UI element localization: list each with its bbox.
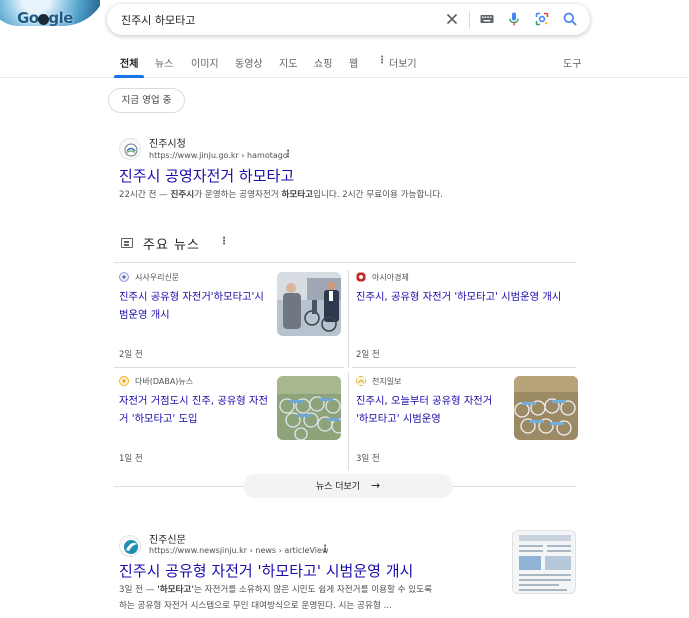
news-time: 2일 전 [356, 350, 380, 360]
result-title-link[interactable]: 진주시 공영자전거 하모타고 [119, 165, 294, 186]
newsjinju-favicon [119, 535, 141, 557]
divider [114, 486, 243, 487]
search-icon[interactable] [562, 11, 578, 27]
source-favicon-icon [356, 376, 366, 386]
news-time: 2일 전 [119, 350, 143, 360]
site-url[interactable]: https://www.newsjinju.kr › news › articl… [149, 546, 328, 555]
news-title[interactable]: 진주시 공유형 자전거'하모타고'시범운영 개시 [119, 288, 269, 324]
lens-icon[interactable] [534, 11, 550, 27]
divider [453, 486, 576, 487]
news-title[interactable]: 진주시, 공유형 자전거 '하모타고' 시범운영 개시 [356, 288, 571, 306]
tab-web[interactable]: 웹 [349, 55, 358, 70]
result-snippet: 3일 전 — '하모타고'는 자전거를 소유하지 않은 시민도 쉽게 자전거를 … [119, 582, 504, 614]
news-card[interactable]: 다바(DABA)뉴스 자전거 거점도시 진주, 공유형 자전거 '하모타고' 도… [119, 376, 341, 472]
news-source: 다바(DABA)뉴스 [135, 377, 194, 386]
open-now-chip[interactable]: 지금 영업 중 [108, 88, 185, 113]
more-news-label: 뉴스 더보기 [315, 482, 361, 492]
tab-maps[interactable]: 지도 [279, 55, 297, 70]
result-title-link[interactable]: 진주시 공유형 자전거 '하모타고' 시범운영 개시 [119, 560, 413, 581]
article-thumbnail-image [512, 530, 576, 594]
news-card[interactable]: 아시아경제 진주시, 공유형 자전거 '하모타고' 시범운영 개시 2일 전 [356, 272, 578, 368]
jinju-city-favicon [119, 138, 141, 160]
divider [114, 262, 576, 263]
arrow-right-icon: → [370, 479, 381, 492]
close-icon[interactable] [444, 11, 460, 27]
active-tab-indicator [114, 75, 144, 78]
google-doodle-logo[interactable]: Google [0, 0, 100, 36]
more-vert-icon: ⋮ [377, 55, 387, 66]
source-favicon-icon [356, 272, 366, 282]
search-tabs: 전체 뉴스 이미지 동영상 지도 쇼핑 웹 ⋮ 더보기 도구 [0, 46, 689, 78]
divider [348, 270, 349, 368]
result-options-icon[interactable]: ⋮ [320, 544, 330, 555]
news-time: 1일 전 [119, 454, 143, 464]
top-stories-heading: 주요 뉴스 [143, 238, 200, 253]
top-stories-options-icon[interactable]: ⋮ [219, 236, 229, 247]
snippet-bold: '하모타고' [157, 585, 194, 595]
news-source: 천지일보 [372, 377, 402, 386]
snippet-bold: 하모타고 [281, 190, 314, 200]
search-box[interactable]: 진주시 하모타고 [107, 4, 590, 35]
news-source: 시사우리신문 [135, 273, 180, 282]
site-name: 진주시청 [149, 139, 186, 150]
news-time: 3일 전 [356, 454, 380, 464]
snippet-date: 3일 전 — [119, 585, 158, 595]
doodle-character-icon [38, 14, 49, 25]
news-title[interactable]: 자전거 거점도시 진주, 공유형 자전거 '하모타고' 도입 [119, 392, 269, 428]
newspaper-icon [121, 238, 133, 248]
news-source: 아시아경제 [372, 273, 409, 282]
snippet-text: 입니다. 2시간 무료이용 가능합니다. [313, 190, 443, 200]
tab-images[interactable]: 이미지 [191, 55, 219, 70]
tab-videos[interactable]: 동영상 [235, 55, 263, 70]
source-favicon-icon [119, 272, 129, 282]
tab-all[interactable]: 전체 [120, 55, 138, 70]
news-card[interactable]: 시사우리신문 진주시 공유형 자전거'하모타고'시범운영 개시 2일 전 [119, 272, 341, 368]
snippet-date: 22시간 전 — [119, 190, 171, 200]
search-input[interactable]: 진주시 하모타고 [121, 12, 195, 28]
source-favicon-icon [119, 376, 129, 386]
news-thumbnail-image [277, 376, 341, 440]
search-divider [469, 11, 470, 29]
news-card[interactable]: 천지일보 진주시, 오늘부터 공유형 자전거 '하모타고' 시범운영 3일 전 [356, 376, 578, 472]
divider [348, 372, 349, 470]
site-url[interactable]: https://www.jinju.go.kr › hamotago [149, 151, 288, 160]
keyboard-icon[interactable] [479, 11, 495, 27]
tools-button[interactable]: 도구 [563, 55, 581, 70]
news-title[interactable]: 진주시, 오늘부터 공유형 자전거 '하모타고' 시범운영 [356, 392, 506, 428]
news-thumbnail-image [277, 272, 341, 336]
more-news-button[interactable]: 뉴스 더보기 → [243, 474, 453, 498]
tab-news[interactable]: 뉴스 [155, 55, 173, 70]
tab-shopping[interactable]: 쇼핑 [314, 55, 332, 70]
header: Google 진주시 하모타고 [0, 0, 689, 42]
result-options-icon[interactable]: ⋮ [283, 149, 293, 160]
result-snippet: 22시간 전 — 진주시가 운영하는 공영자전거 하모타고입니다. 2시간 무료… [119, 187, 539, 203]
snippet-text: 는 자전거를 소유하지 않은 시민도 쉽게 자전거를 이용할 수 있도록 [193, 585, 433, 595]
news-thumbnail-image [514, 376, 578, 440]
snippet-text: 가 운영하는 공영자전거 [194, 190, 282, 200]
tab-more[interactable]: 더보기 [389, 55, 417, 70]
snippet-text: 하는 공유형 자전거 시스템으로 무인 대여방식으로 운영된다. 시는 공유형 … [119, 601, 392, 611]
snippet-bold: 진주시 [170, 190, 195, 200]
site-name: 진주신문 [149, 535, 186, 546]
mic-icon[interactable] [506, 11, 522, 27]
